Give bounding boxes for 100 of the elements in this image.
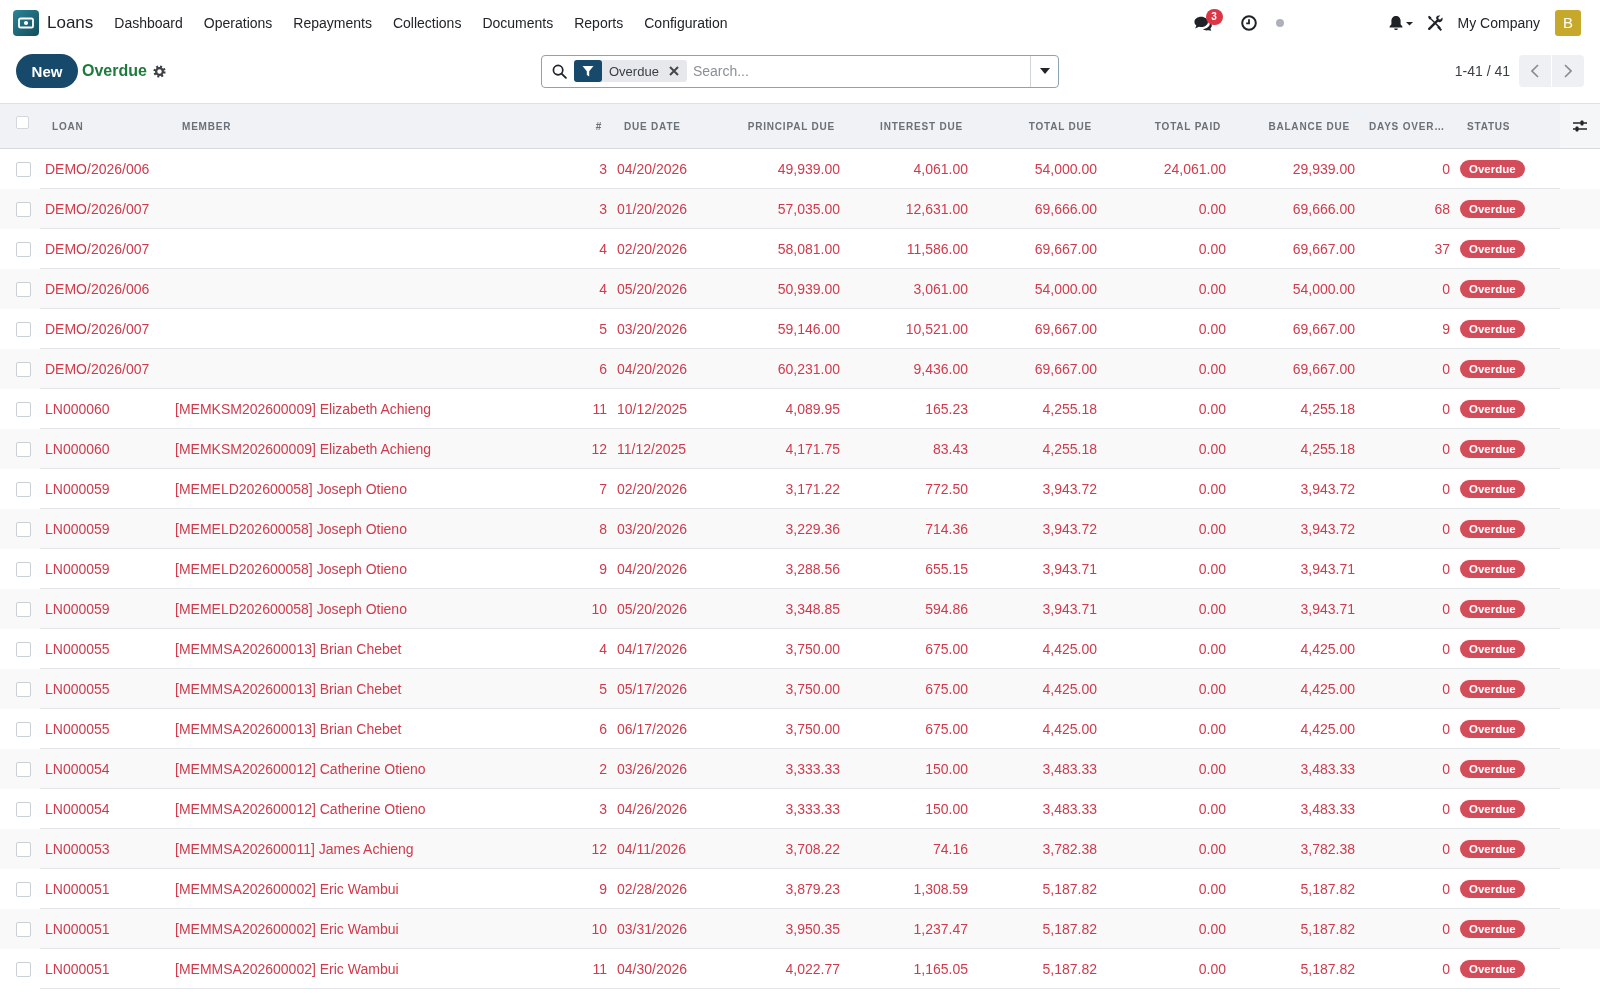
menu-item[interactable]: Collections (392, 15, 462, 31)
menu-item[interactable]: Operations (203, 15, 273, 31)
chevron-right-icon (1564, 64, 1572, 78)
table-cell: LN000053 (40, 829, 170, 869)
table-cell: 3,348.85 (720, 589, 845, 629)
app-name[interactable]: Loans (47, 13, 94, 33)
unread-count-badge: 3 (1205, 8, 1223, 25)
table-cell: 03/20/2026 (612, 509, 720, 549)
row-checkbox[interactable] (16, 721, 31, 737)
table-cell: 3,483.33 (1231, 749, 1360, 789)
row-checkbox[interactable] (16, 361, 31, 377)
table-cell: 04/11/2026 (612, 829, 720, 869)
new-button[interactable]: New (16, 54, 78, 88)
company-switcher[interactable]: My Company (1457, 15, 1540, 31)
next-page-button[interactable] (1552, 55, 1584, 87)
column-header[interactable]: # (575, 104, 612, 149)
column-header[interactable]: STATUS (1455, 104, 1560, 149)
table-cell: [MEMMSA202600002] Eric Wambui (170, 949, 575, 989)
table-cell: DEMO/2026/007 (40, 189, 170, 229)
table-cell: 150.00 (845, 749, 973, 789)
tools-icon[interactable] (1426, 15, 1443, 31)
row-checkbox[interactable] (16, 281, 31, 297)
table-cell: [MEMMSA202600002] Eric Wambui (170, 909, 575, 949)
row-checkbox[interactable] (16, 641, 31, 657)
table-cell: 3,943.71 (973, 589, 1102, 629)
status-badge: Overdue (1460, 359, 1525, 378)
table-cell: LN000059 (40, 509, 170, 549)
table-cell: 54,000.00 (973, 269, 1102, 309)
table-cell: 2 (575, 749, 612, 789)
row-checkbox[interactable] (16, 241, 31, 257)
search-icon[interactable] (552, 63, 567, 79)
table-cell: 1,165.05 (845, 949, 973, 989)
table-cell: [MEMELD202600058] Joseph Otieno (170, 589, 575, 629)
table-cell: 0 (1360, 429, 1455, 469)
row-checkbox[interactable] (16, 161, 31, 177)
column-header[interactable]: DUE DATE (612, 104, 720, 149)
status-badge: Overdue (1460, 159, 1525, 178)
table-cell: 05/17/2026 (612, 669, 720, 709)
table-cell: 3,950.35 (720, 909, 845, 949)
row-checkbox[interactable] (16, 601, 31, 617)
table-cell: 3 (575, 189, 612, 229)
column-header[interactable]: INTEREST DUE (845, 104, 973, 149)
search-field[interactable]: Overdue Search... (541, 54, 1059, 88)
table-cell: 3,750.00 (720, 669, 845, 709)
bell-dropdown-icon[interactable] (1387, 15, 1413, 31)
status-badge: Overdue (1460, 519, 1525, 538)
row-checkbox[interactable] (16, 321, 31, 337)
row-checkbox[interactable] (16, 481, 31, 497)
banknote-app-icon[interactable] (13, 10, 39, 36)
pager-value[interactable]: 1-41 / 41 (1454, 63, 1510, 79)
table-cell: 83.43 (845, 429, 973, 469)
column-header[interactable]: DAYS OVER… (1360, 104, 1455, 149)
menu-item[interactable]: Dashboard (114, 15, 183, 31)
row-checkbox[interactable] (16, 881, 31, 897)
sliders-icon[interactable] (1573, 120, 1587, 133)
row-checkbox[interactable] (16, 841, 31, 857)
close-icon[interactable] (668, 66, 679, 76)
column-header[interactable]: MEMBER (170, 104, 575, 149)
row-checkbox[interactable] (16, 921, 31, 937)
filter-icon (574, 60, 602, 82)
table-cell: 5,187.82 (1231, 909, 1360, 949)
menu-item[interactable]: Documents (482, 15, 554, 31)
table-cell: 4 (575, 269, 612, 309)
row-checkbox[interactable] (16, 201, 31, 217)
table-cell: 3,333.33 (720, 749, 845, 789)
column-header[interactable]: TOTAL DUE (973, 104, 1102, 149)
table-cell: LN000051 (40, 949, 170, 989)
row-checkbox[interactable] (16, 441, 31, 457)
menu-item[interactable]: Reports (574, 15, 624, 31)
table-cell: 69,667.00 (973, 349, 1102, 389)
table-cell: 3,483.33 (973, 749, 1102, 789)
table-cell: 05/20/2026 (612, 589, 720, 629)
table-cell: 10 (575, 589, 612, 629)
menu-item[interactable]: Configuration (644, 15, 728, 31)
menu-item[interactable]: Repayments (293, 15, 372, 31)
row-checkbox[interactable] (16, 761, 31, 777)
row-checkbox[interactable] (16, 801, 31, 817)
table-cell: 12 (575, 429, 612, 469)
row-checkbox[interactable] (16, 961, 31, 977)
status-badge: Overdue (1460, 759, 1525, 778)
status-badge: Overdue (1460, 639, 1525, 658)
column-header[interactable]: TOTAL PAID (1102, 104, 1231, 149)
table-cell: 57,035.00 (720, 189, 845, 229)
clock-icon[interactable] (1240, 15, 1257, 31)
select-all-checkbox[interactable] (16, 115, 29, 129)
gear-icon[interactable] (152, 64, 166, 78)
table-cell: 0.00 (1102, 429, 1231, 469)
search-input[interactable]: Search... (690, 56, 1030, 86)
previous-page-button[interactable] (1519, 55, 1551, 87)
column-header[interactable]: PRINCIPAL DUE (720, 104, 845, 149)
column-header[interactable]: BALANCE DUE (1231, 104, 1360, 149)
row-checkbox[interactable] (16, 561, 31, 577)
row-checkbox[interactable] (16, 681, 31, 697)
chevron-left-icon (1531, 64, 1539, 78)
dot-icon[interactable] (1275, 19, 1284, 27)
row-checkbox[interactable] (16, 521, 31, 537)
row-checkbox[interactable] (16, 401, 31, 417)
chat-icon[interactable] (1193, 15, 1212, 31)
table-cell: 5 (575, 669, 612, 709)
column-header[interactable]: LOAN (40, 104, 170, 149)
